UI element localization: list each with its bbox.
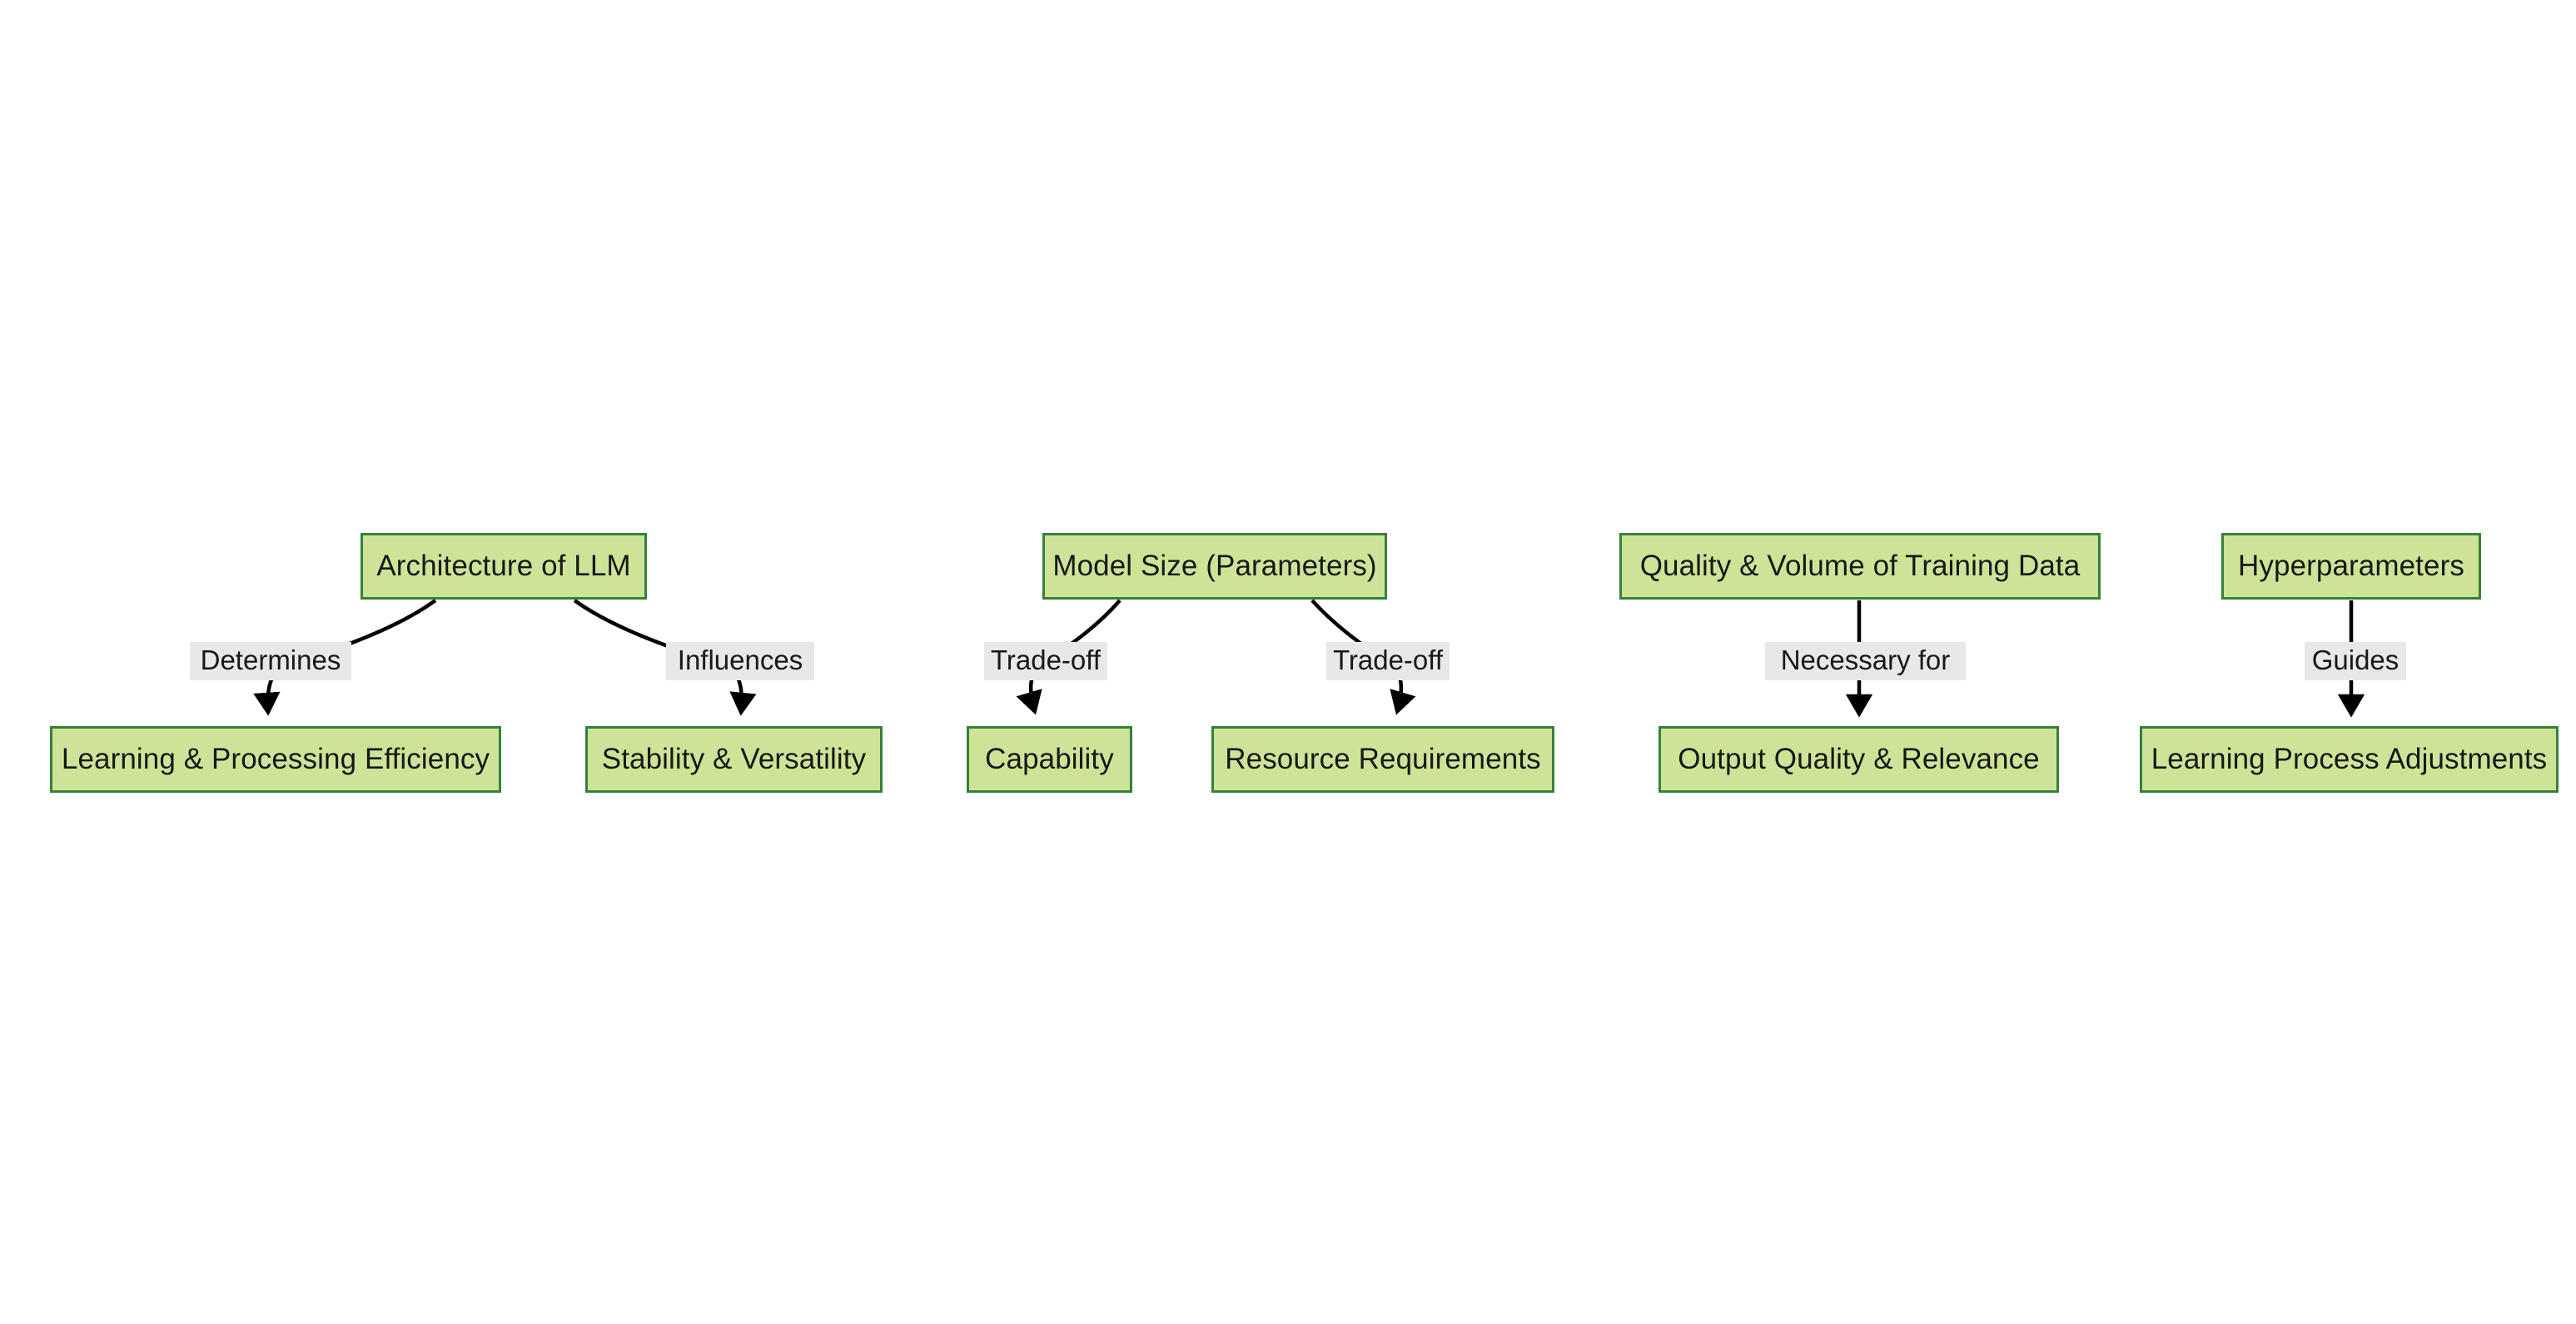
- node-learning-processing-efficiency[interactable]: Learning & Processing Efficiency: [50, 726, 501, 793]
- flowchart-canvas: Architecture of LLM Determines Influence…: [0, 0, 2576, 1324]
- edge-label-influences: Influences: [666, 642, 814, 680]
- node-model-size-parameters[interactable]: Model Size (Parameters): [1042, 533, 1387, 600]
- edge-label-guides: Guides: [2305, 642, 2406, 680]
- edge-layer: [253, 599, 2365, 718]
- node-learning-process-adjustments[interactable]: Learning Process Adjustments: [2140, 726, 2559, 793]
- edge-label-trade-off-capability: Trade-off: [984, 642, 1107, 680]
- node-quality-volume-training-data[interactable]: Quality & Volume of Training Data: [1619, 533, 2101, 600]
- edge-label-trade-off-resources: Trade-off: [1326, 642, 1450, 680]
- edge-label-necessary-for: Necessary for: [1765, 642, 1966, 680]
- node-hyperparameters[interactable]: Hyperparameters: [2221, 533, 2481, 600]
- node-architecture-of-llm[interactable]: Architecture of LLM: [361, 533, 647, 600]
- node-capability[interactable]: Capability: [967, 726, 1132, 793]
- node-resource-requirements[interactable]: Resource Requirements: [1211, 726, 1554, 793]
- node-stability-versatility[interactable]: Stability & Versatility: [585, 726, 883, 793]
- node-output-quality-relevance[interactable]: Output Quality & Relevance: [1658, 726, 2059, 793]
- edge-label-determines: Determines: [190, 642, 351, 680]
